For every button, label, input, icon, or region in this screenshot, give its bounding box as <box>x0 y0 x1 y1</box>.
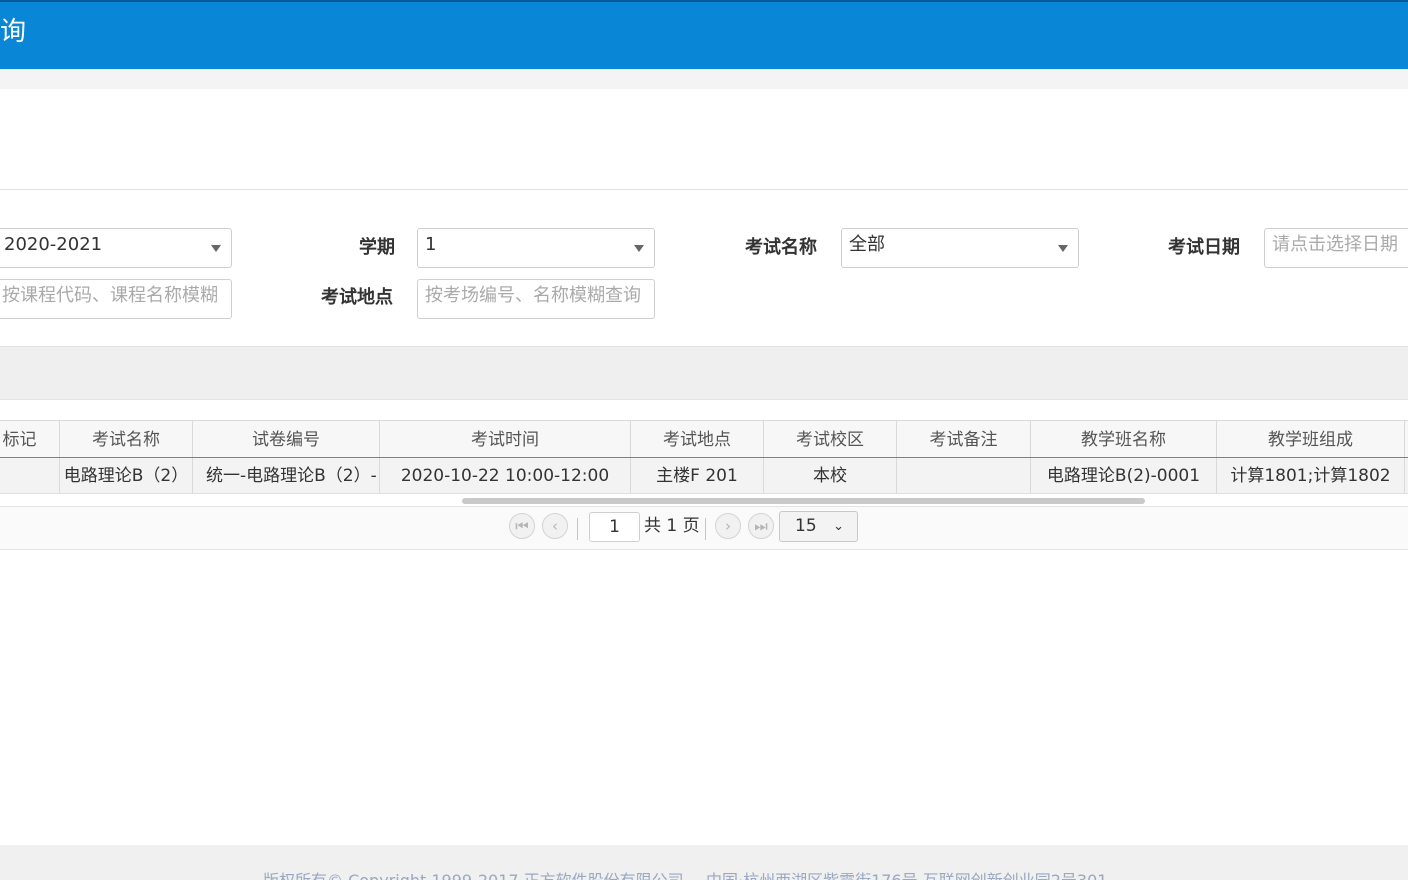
cell-exam-time: 2020-10-22 10:00-12:00 <box>380 458 631 493</box>
chevron-down-icon <box>211 245 221 252</box>
column-header-remark[interactable]: 考试备注 <box>897 421 1031 457</box>
column-header-class-name[interactable]: 教学班名称 <box>1031 421 1217 457</box>
exam-date-placeholder: 请点击选择日期 <box>1272 234 1398 255</box>
column-header-mark[interactable]: 标记 <box>0 421 60 457</box>
exam-name-label: 考试名称 <box>745 237 817 258</box>
toolbar <box>0 346 1408 400</box>
grid-header: 标记 考试名称 试卷编号 考试时间 考试地点 考试校区 考试备注 教学班名称 教… <box>0 420 1408 458</box>
column-header-paper-no[interactable]: 试卷编号 <box>193 421 380 457</box>
exam-date-label: 考试日期 <box>1168 237 1240 258</box>
table-row[interactable]: 电路理论B（2） 统一-电路理论B（2）- 2020-10-22 10:00-1… <box>0 458 1408 494</box>
column-header-exam-name[interactable]: 考试名称 <box>60 421 193 457</box>
location-label: 考试地点 <box>321 287 393 308</box>
page-total-text: 共 1 页 <box>644 516 700 536</box>
location-search-placeholder: 按考场编号、名称模糊查询 <box>425 285 641 306</box>
cell-remark <box>897 458 1031 493</box>
term-select[interactable]: 1 <box>417 228 655 268</box>
page-size-select[interactable]: 15 ⌄ <box>779 511 858 542</box>
cell-exam-location: 主楼F 201 <box>631 458 764 493</box>
prev-page-icon: ‹ <box>552 517 558 535</box>
cell-campus: 本校 <box>764 458 897 493</box>
column-header-exam-time[interactable]: 考试时间 <box>380 421 631 457</box>
page-size-value: 15 <box>795 516 817 536</box>
first-page-button[interactable]: ⏮ <box>509 513 535 539</box>
cell-paper-no: 统一-电路理论B（2）- <box>193 458 380 493</box>
term-label: 学期 <box>359 237 395 258</box>
cell-mark <box>0 458 60 493</box>
year-select-value: 2020-2021 <box>4 234 103 255</box>
chevron-down-icon: ⌄ <box>833 519 844 534</box>
course-search-input[interactable]: 按课程代码、课程名称模糊 <box>0 279 232 319</box>
cell-class-composition: 计算1801;计算1802 <box>1217 458 1405 493</box>
chevron-down-icon <box>634 245 644 252</box>
top-header-bar: 询 <box>0 0 1408 69</box>
exam-name-select-value: 全部 <box>849 234 885 255</box>
column-header-campus[interactable]: 考试校区 <box>764 421 897 457</box>
cell-class-name: 电路理论B(2)-0001 <box>1031 458 1217 493</box>
exam-name-select[interactable]: 全部 <box>841 228 1079 268</box>
course-search-placeholder: 按课程代码、课程名称模糊 <box>2 285 218 306</box>
pager-separator <box>577 518 578 540</box>
footer-address: 中国·杭州西湖区紫霞街176号 互联网创新创业园2号301 <box>706 867 1107 880</box>
chevron-down-icon <box>1058 245 1068 252</box>
footer-copyright: 版权所有© Copyright 1999-2017 正方软件股份有限公司 <box>263 867 684 880</box>
location-search-input[interactable]: 按考场编号、名称模糊查询 <box>417 279 655 319</box>
column-header-exam-location[interactable]: 考试地点 <box>631 421 764 457</box>
last-page-icon: ⏭ <box>754 517 768 535</box>
exam-date-input[interactable]: 请点击选择日期 <box>1264 228 1408 268</box>
horizontal-scrollbar[interactable] <box>462 498 1145 504</box>
first-page-icon: ⏮ <box>515 517 529 535</box>
main-content: 2020-2021 学期 1 考试名称 全部 考试日期 请点击选择日期 按课程代… <box>0 89 1408 845</box>
footer: 版权所有© Copyright 1999-2017 正方软件股份有限公司 中国·… <box>0 845 1408 880</box>
last-page-button[interactable]: ⏭ <box>748 513 774 539</box>
term-select-value: 1 <box>425 234 437 255</box>
divider <box>0 189 1408 190</box>
cell-exam-name: 电路理论B（2） <box>60 458 193 493</box>
year-select[interactable]: 2020-2021 <box>0 228 232 268</box>
pagination-bar: ⏮ ‹ 1 共 1 页 › ⏭ 15 ⌄ <box>0 506 1408 550</box>
pager-separator <box>705 518 706 540</box>
column-header-class-composition[interactable]: 教学班组成 <box>1217 421 1405 457</box>
prev-page-button[interactable]: ‹ <box>542 513 568 539</box>
page-title: 询 <box>0 17 27 47</box>
page-number-input[interactable]: 1 <box>589 512 640 542</box>
next-page-icon: › <box>725 517 731 535</box>
next-page-button[interactable]: › <box>715 513 741 539</box>
